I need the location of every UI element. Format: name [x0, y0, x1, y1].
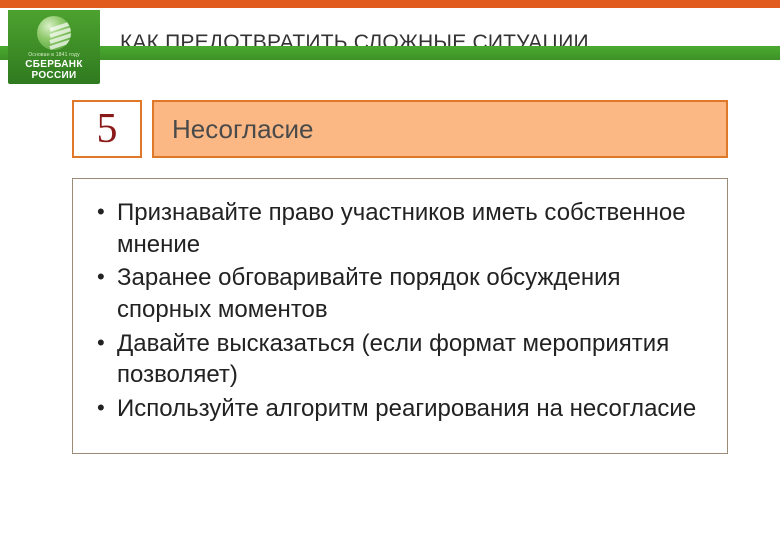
brand-name-line2: РОССИИ	[32, 70, 77, 81]
bullet-list: Признавайте право участников иметь собст…	[85, 197, 707, 425]
list-item: Используйте алгоритм реагирования на нес…	[85, 393, 707, 425]
brand-name-line1: СБЕРБАНК	[25, 59, 83, 70]
brand-name: СБЕРБАНК РОССИИ	[25, 60, 83, 81]
header: КАК ПРЕДОТВРАТИТЬ СЛОЖНЫЕ СИТУАЦИИ Основ…	[0, 8, 780, 60]
brand-tagline: Основан в 1841 году	[28, 52, 80, 58]
accent-bar-green	[0, 46, 780, 60]
list-item: Давайте высказаться (если формат меропри…	[85, 328, 707, 391]
accent-bar-top	[0, 0, 780, 8]
section-number: 5	[72, 100, 142, 158]
list-item: Заранее обговаривайте порядок обсуждения…	[85, 262, 707, 325]
section-header: 5 Несогласие	[72, 100, 728, 158]
section-body: Признавайте право участников иметь собст…	[72, 178, 728, 454]
slide-content: 5 Несогласие Признавайте право участнико…	[0, 60, 780, 454]
section-label: Несогласие	[152, 100, 728, 158]
list-item: Признавайте право участников иметь собст…	[85, 197, 707, 260]
sberbank-emblem-icon	[37, 16, 71, 50]
brand-logo: Основан в 1841 году СБЕРБАНК РОССИИ	[8, 10, 100, 84]
